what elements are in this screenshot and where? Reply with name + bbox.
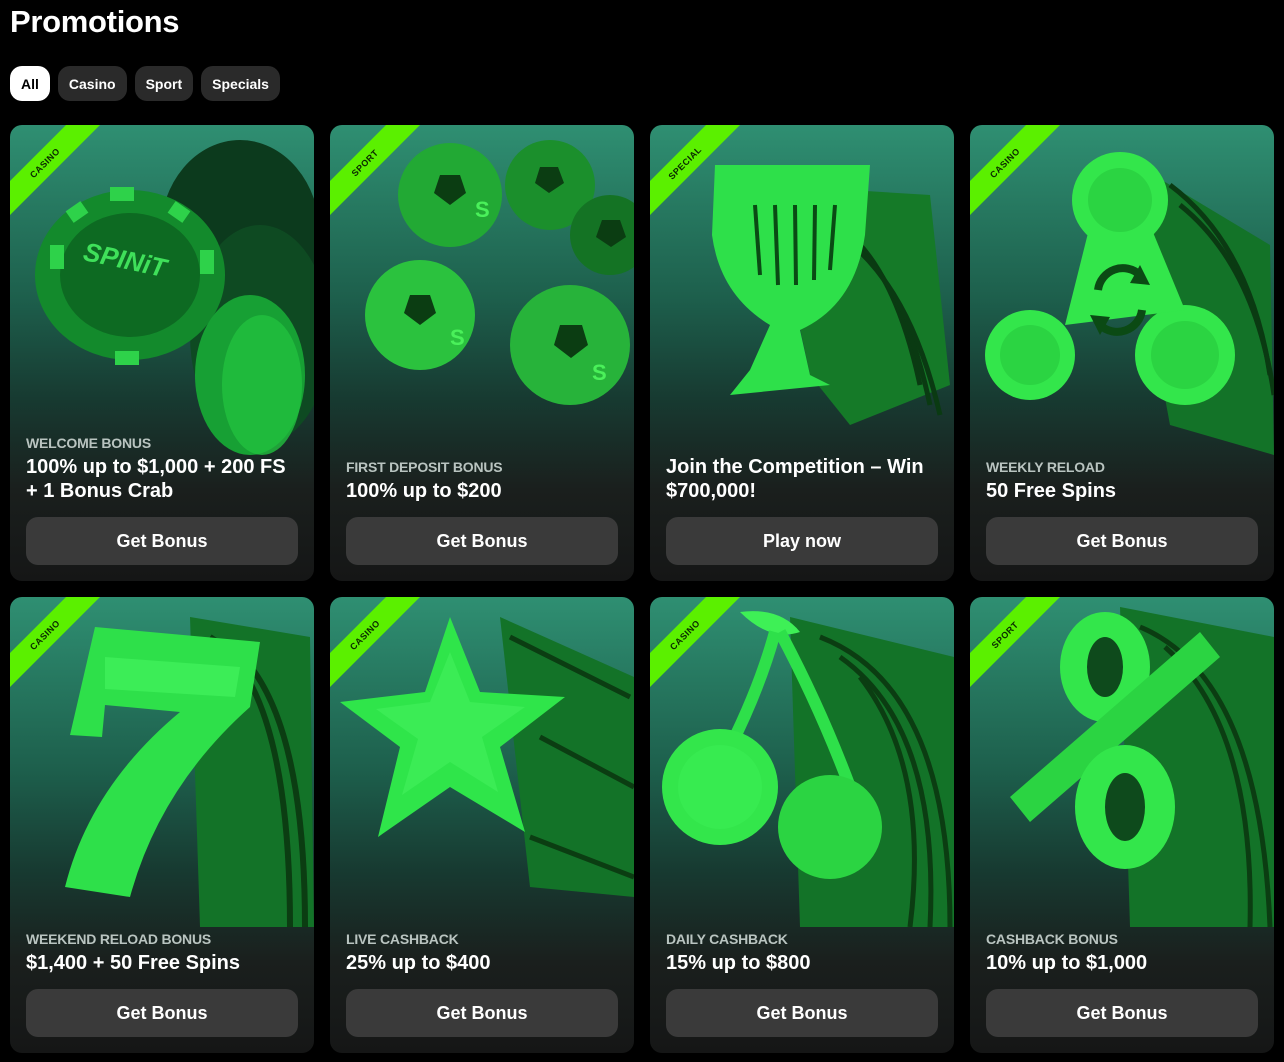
svg-text:S: S xyxy=(450,325,465,350)
filter-specials[interactable]: Specials xyxy=(201,66,280,101)
promo-label: WEEKLY RELOAD xyxy=(986,459,1105,475)
get-bonus-button[interactable]: Get Bonus xyxy=(346,989,618,1037)
promo-info: FIRST DEPOSIT BONUS 100% up to $200 Get … xyxy=(346,459,618,565)
ribbon-label: SPECIAL xyxy=(650,125,747,225)
promo-label: WELCOME BONUS xyxy=(26,435,151,451)
promo-card[interactable]: SPINiT CASINO WELCOME BONUS 100% up to $… xyxy=(10,125,314,581)
ribbon-label: CASINO xyxy=(10,597,107,697)
category-ribbon: CASINO xyxy=(10,597,120,707)
promo-card[interactable]: CASINO LIVE CASHBACK 25% up to $400 Get … xyxy=(330,597,634,1053)
promo-info: WEEKEND RELOAD BONUS $1,400 + 50 Free Sp… xyxy=(26,931,298,1037)
get-bonus-button[interactable]: Get Bonus xyxy=(986,517,1258,565)
promo-headline: 15% up to $800 xyxy=(666,952,811,974)
promo-info: WEEKLY RELOAD 50 Free Spins Get Bonus xyxy=(986,459,1258,565)
ribbon-label: CASINO xyxy=(10,125,107,225)
promo-headline: 25% up to $400 xyxy=(346,952,491,974)
play-now-button[interactable]: Play now xyxy=(666,517,938,565)
promo-headline: 100% up to $1,000 + 200 FS + 1 Bonus Cra… xyxy=(26,456,286,502)
filter-all[interactable]: All xyxy=(10,66,50,101)
promo-label: WEEKEND RELOAD BONUS xyxy=(26,931,212,947)
ribbon-label: CASINO xyxy=(650,597,747,697)
ribbon-label: CASINO xyxy=(330,597,427,697)
svg-text:S: S xyxy=(592,360,607,385)
category-ribbon: CASINO xyxy=(330,597,440,707)
promo-info: WELCOME BONUS 100% up to $1,000 + 200 FS… xyxy=(26,435,298,565)
page-title: Promotions xyxy=(10,4,180,39)
promo-label: FIRST DEPOSIT BONUS xyxy=(346,459,503,475)
filter-sport[interactable]: Sport xyxy=(134,66,194,101)
promo-label: LIVE CASHBACK xyxy=(346,931,459,947)
promo-card[interactable]: CASINO DAILY CASHBACK 15% up to $800 Get… xyxy=(650,597,954,1053)
promo-headline: Join the Competition – Win $700,000! xyxy=(666,456,924,502)
promo-info: DAILY CASHBACK 15% up to $800 Get Bonus xyxy=(666,931,938,1037)
category-ribbon: CASINO xyxy=(10,125,120,235)
category-ribbon: CASINO xyxy=(970,125,1080,235)
get-bonus-button[interactable]: Get Bonus xyxy=(986,989,1258,1037)
promo-info: LIVE CASHBACK 25% up to $400 Get Bonus xyxy=(346,931,618,1037)
ribbon-label: CASINO xyxy=(970,125,1067,225)
promotions-grid: SPINiT CASINO WELCOME BONUS 100% up to $… xyxy=(10,125,1274,1053)
promo-headline: 10% up to $1,000 xyxy=(986,952,1148,974)
promo-headline: $1,400 + 50 Free Spins xyxy=(26,952,241,974)
get-bonus-button[interactable]: Get Bonus xyxy=(26,517,298,565)
category-ribbon: SPORT xyxy=(970,597,1080,707)
get-bonus-button[interactable]: Get Bonus xyxy=(26,989,298,1037)
svg-text:S: S xyxy=(475,197,490,222)
category-ribbon: SPECIAL xyxy=(650,125,760,235)
category-ribbon: CASINO xyxy=(650,597,760,707)
promo-label: CASHBACK BONUS xyxy=(986,931,1118,947)
ribbon-label: SPORT xyxy=(330,125,427,225)
promo-headline: 100% up to $200 xyxy=(346,480,502,502)
promo-card[interactable]: CASINO WEEKLY RELOAD 50 Free Spins Get B… xyxy=(970,125,1274,581)
ribbon-label: SPORT xyxy=(970,597,1067,697)
promo-card[interactable]: SPECIAL Join the Competition – Win $700,… xyxy=(650,125,954,581)
promo-headline: 50 Free Spins xyxy=(986,480,1117,502)
get-bonus-button[interactable]: Get Bonus xyxy=(346,517,618,565)
promo-info: CASHBACK BONUS 10% up to $1,000 Get Bonu… xyxy=(986,931,1258,1037)
promo-card[interactable]: CASINO WEEKEND RELOAD BONUS $1,400 + 50 … xyxy=(10,597,314,1053)
promo-card[interactable]: S S S SPORT FIRST DEPOSIT BONUS 100% up … xyxy=(330,125,634,581)
category-ribbon: SPORT xyxy=(330,125,440,235)
get-bonus-button[interactable]: Get Bonus xyxy=(666,989,938,1037)
promo-info: Join the Competition – Win $700,000! Pla… xyxy=(666,455,938,565)
promo-label: DAILY CASHBACK xyxy=(666,931,788,947)
promo-card[interactable]: SPORT CASHBACK BONUS 10% up to $1,000 Ge… xyxy=(970,597,1274,1053)
filter-casino[interactable]: Casino xyxy=(57,66,127,101)
filter-tabs: All Casino Sport Specials xyxy=(10,66,280,101)
